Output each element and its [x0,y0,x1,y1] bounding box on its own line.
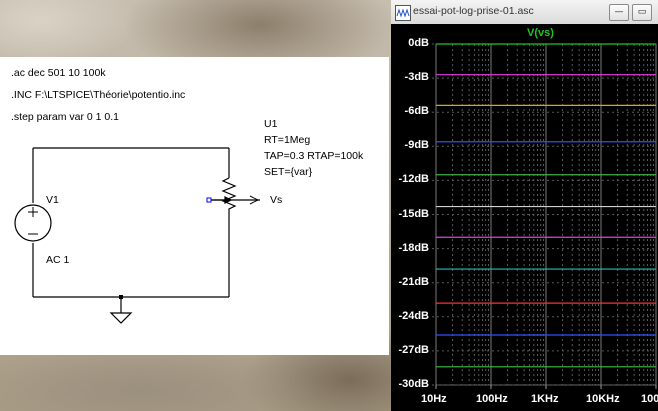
schematic-wires [14,147,260,324]
x-tick-label: 1KHz [531,393,559,405]
y-tick-label: -12dB [398,173,429,186]
y-tick-label: -24dB [398,309,429,322]
waveform-window[interactable]: essai-pot-log-prise-01.asc — ▭ V(vs) 0dB… [391,0,658,411]
y-tick-label: -3dB [404,71,429,84]
ground-icon [109,312,133,324]
y-tick-label: -27dB [398,343,429,356]
junction-dot [119,295,123,299]
x-tick-label: 100KH [641,393,658,405]
y-tick-label: -6dB [404,105,429,118]
y-tick-label: -21dB [398,275,429,288]
voltage-source-v1-icon [14,204,52,242]
y-tick-label: 0dB [408,37,429,49]
schematic-canvas[interactable]: .ac dec 501 10 100k .INC F:\LTSPICE\Théo… [0,57,389,355]
potentiometer-u1-icon [206,177,237,212]
bode-plot[interactable] [391,0,658,411]
x-tick-label: 10Hz [421,393,447,405]
y-tick-label: -9dB [404,139,429,152]
y-tick-label: -15dB [398,207,429,220]
y-tick-label: -18dB [398,241,429,254]
x-tick-label: 10KHz [586,393,620,405]
y-tick-label: -30dB [398,378,429,390]
x-tick-label: 100Hz [476,393,508,405]
